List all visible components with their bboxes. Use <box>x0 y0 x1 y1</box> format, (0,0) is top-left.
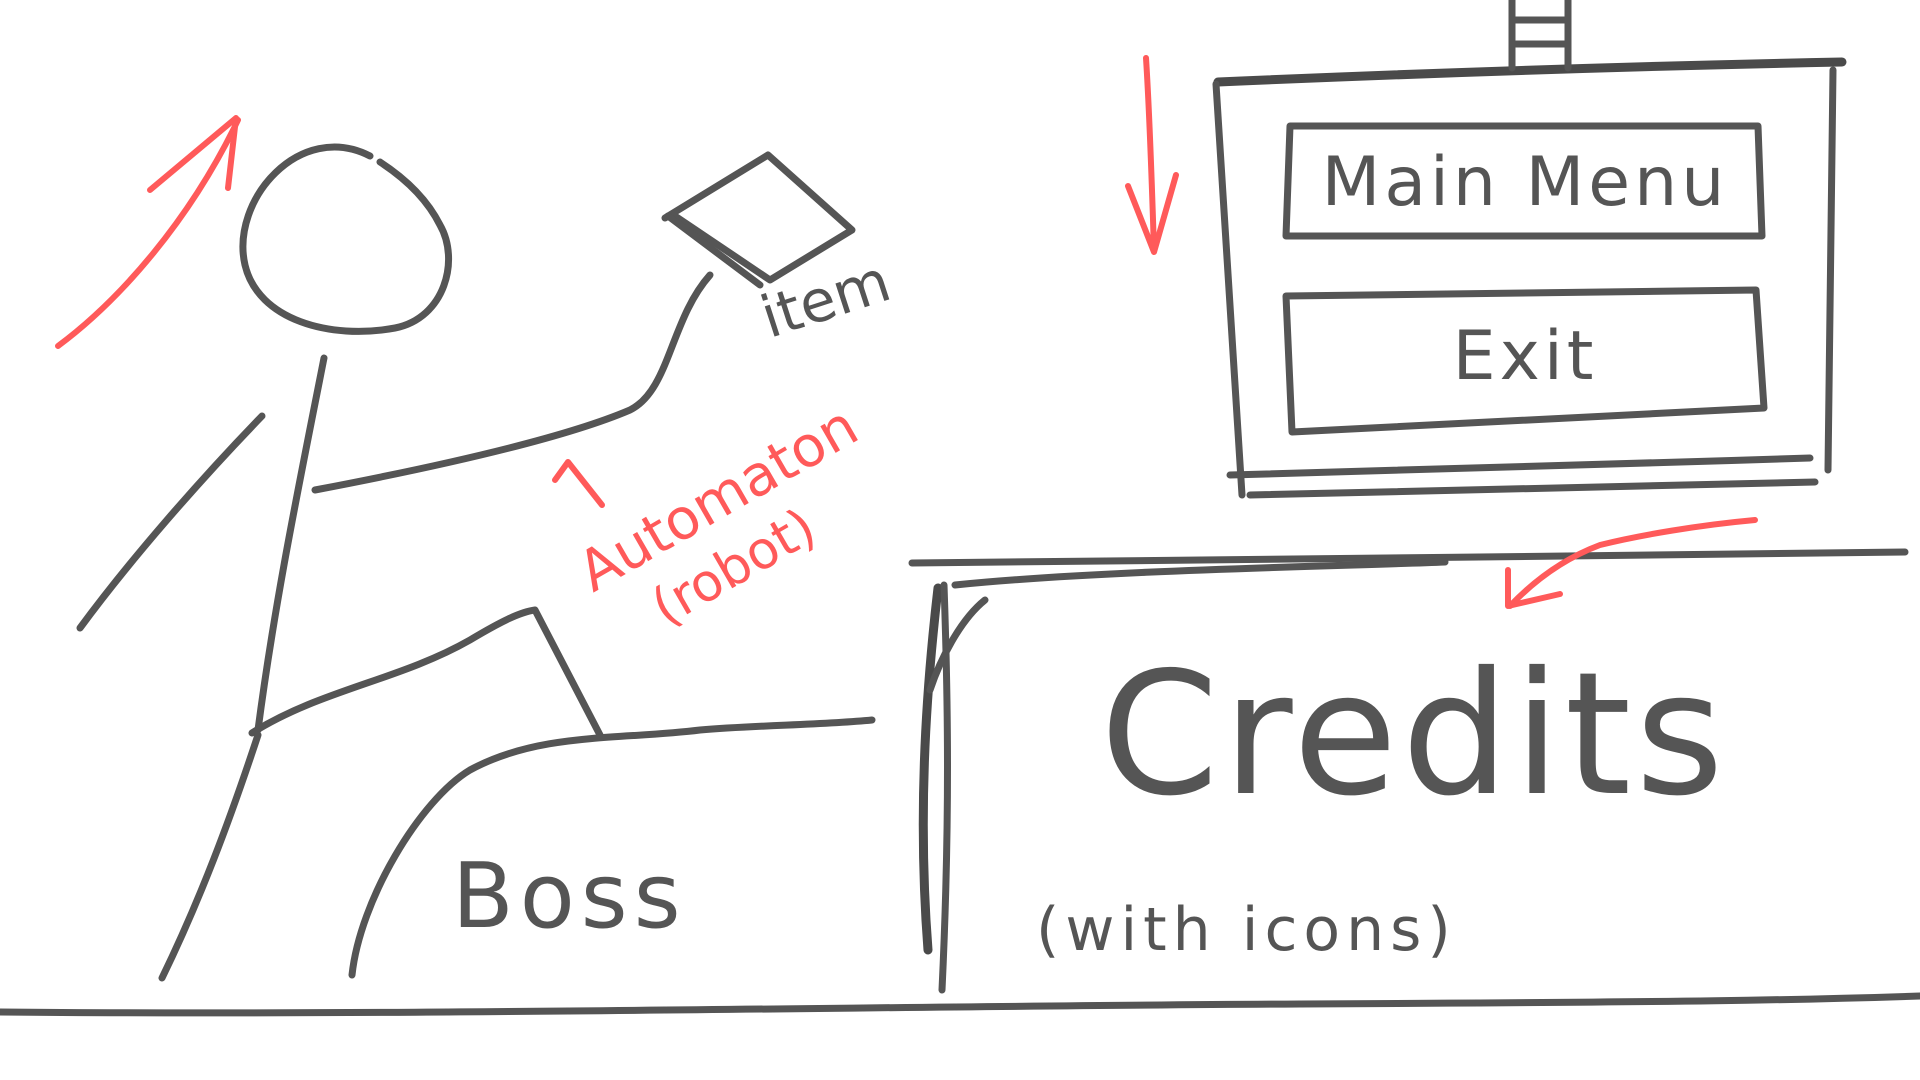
arrow-icon <box>55 117 241 349</box>
boss-label: Boss <box>452 844 687 949</box>
figure-right-arm <box>311 271 714 494</box>
item-diamond-icon <box>661 151 856 284</box>
exit-button[interactable]: Exit <box>1292 300 1758 412</box>
figure-leg-bent <box>248 606 604 739</box>
ground-line <box>0 992 1920 1017</box>
arrow-icon <box>1143 55 1157 253</box>
exit-button-label: Exit <box>1452 316 1598 396</box>
menu-panel-frame <box>1213 57 1847 87</box>
main-menu-button[interactable]: Main Menu <box>1292 130 1758 234</box>
credits-label: Credits <box>1100 636 1728 834</box>
figure-head <box>239 143 453 335</box>
sketch-canvas: Main Menu Exit item Boss Credits (with i… <box>0 0 1920 1080</box>
arrow-icon <box>1507 517 1758 609</box>
figure-left-arm <box>76 412 266 632</box>
arrow-icon <box>552 459 605 508</box>
figure-body <box>254 354 328 734</box>
main-menu-button-label: Main Menu <box>1321 142 1729 222</box>
credits-note: (with icons) <box>1036 895 1457 965</box>
credits-wall-left <box>918 583 943 955</box>
figure-leg-straight <box>158 731 262 982</box>
ladder-icon <box>1508 0 1572 72</box>
